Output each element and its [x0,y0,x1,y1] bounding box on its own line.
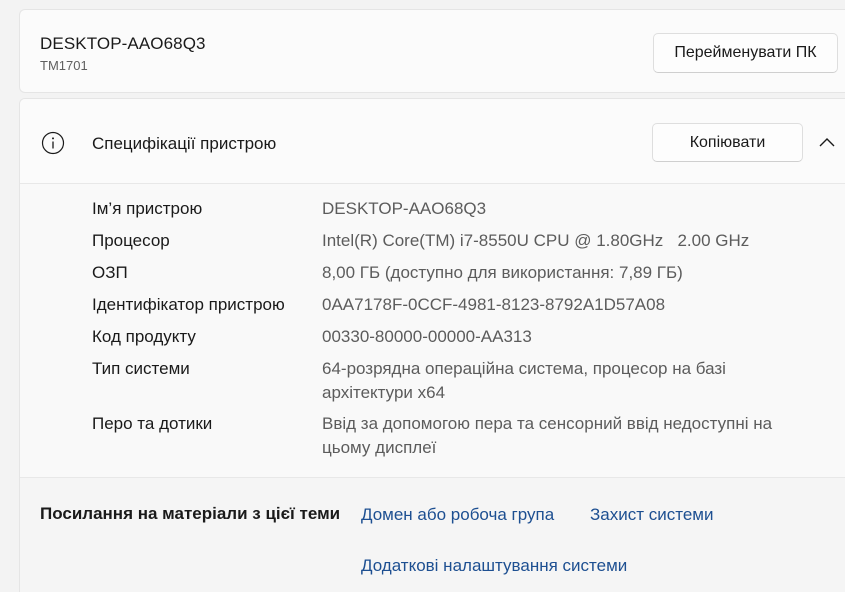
device-specifications-list: Ім’я пристрою DESKTOP-AAO68Q3 Процесор I… [20,184,845,476]
device-specifications-header[interactable]: Специфікації пристрою Копіювати [20,99,845,184]
device-specifications-card: Специфікації пристрою Копіювати Ім’я при… [19,98,845,592]
related-links-title: Посилання на матеріали з цієї теми [40,504,341,523]
spec-label: Тип системи [92,359,190,378]
device-card: DESKTOP-AAO68Q3 TM1701 Перейменувати ПК [19,9,845,93]
spec-label: Ідентифікатор пристрою [92,295,285,314]
spec-label: Процесор [92,231,170,250]
spec-value: Ввід за допомогою пера та сенсорний ввід… [322,414,773,457]
spec-value: 0AA7178F-0CCF-4981-8123-8792A1D57A08 [322,295,666,314]
info-icon [41,131,65,155]
spec-label: Ім’я пристрою [92,199,203,218]
spec-value: 00330-80000-00000-AA313 [322,327,532,346]
spec-value: 64-розрядна операційна система, процесор… [322,359,726,402]
spec-label: Перо та дотики [92,414,213,433]
device-specifications-title: Специфікації пристрою [92,134,277,153]
advanced-system-settings-link[interactable]: Додаткові налаштування системи [361,556,627,576]
related-links-section: Посилання на матеріали з цієї теми Домен… [20,477,845,592]
chevron-up-icon[interactable] [818,135,836,149]
spec-value: DESKTOP-AAO68Q3 [322,199,487,218]
device-model: TM1701 [40,58,88,73]
spec-value: Intel(R) Core(TM) i7-8550U CPU @ 1.80GHz… [322,231,750,250]
device-name: DESKTOP-AAO68Q3 [40,34,206,53]
system-about-page: DESKTOP-AAO68Q3 TM1701 Перейменувати ПК … [0,0,845,592]
copy-button[interactable]: Копіювати [652,123,803,162]
spec-label: ОЗП [92,263,128,282]
domain-workgroup-link[interactable]: Домен або робоча група [361,505,554,525]
system-protection-link[interactable]: Захист системи [590,505,713,525]
spec-value: 8,00 ГБ (доступно для використання: 7,89… [322,263,683,282]
spec-label: Код продукту [92,327,196,346]
rename-pc-button[interactable]: Перейменувати ПК [653,33,838,73]
